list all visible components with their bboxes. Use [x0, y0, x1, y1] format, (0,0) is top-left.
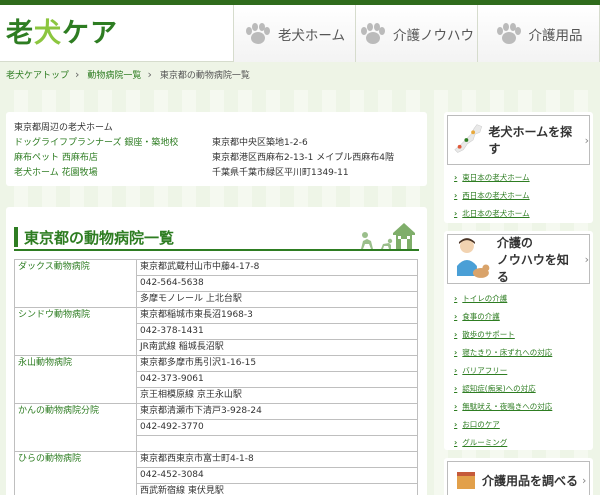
nearby-home-link[interactable]: 老犬ホーム 花園牧場	[14, 167, 212, 180]
page-title: 東京都の動物病院一覧	[24, 229, 175, 247]
chevron-right-icon: ›	[454, 437, 458, 447]
breadcrumb-link-hospitals[interactable]: 動物病院一覧	[87, 68, 141, 81]
chevron-right-icon: ›	[454, 383, 458, 393]
chevron-right-icon: ›	[454, 419, 458, 429]
care-knowhow-banner[interactable]: 介護の ノウハウを知る ›	[447, 234, 590, 284]
chevron-right-icon: ›	[454, 172, 458, 182]
find-homes-banner[interactable]: 老犬ホームを探す ›	[447, 115, 590, 165]
nearby-home-address: 東京都中央区築地1-2-6	[212, 138, 308, 148]
nearby-title: 東京都周辺の老犬ホーム	[14, 123, 113, 133]
hospital-address: 東京都西東京市富士町4-1-8	[136, 451, 418, 468]
hospital-name-link[interactable]: ダックス動物病院	[14, 259, 137, 308]
sidebar-knowhow-link[interactable]: › トイレの介護	[444, 289, 593, 307]
hospital-station: 多摩モノレール 上北台駅	[136, 291, 418, 308]
nav-label: 介護ノウハウ	[393, 27, 474, 44]
shopping-box-icon	[457, 472, 475, 489]
sidebar-link-east-japan[interactable]: › 東日本の老犬ホーム	[444, 168, 593, 186]
table-row: かんの動物病院分院 東京都清瀬市下清戸3-928-24	[14, 403, 418, 452]
nav-care-goods[interactable]: 介護用品	[477, 5, 600, 62]
hospital-name-link[interactable]: ひらの動物病院	[14, 451, 137, 495]
nearby-home-link[interactable]: 麻布ペット 西麻布店	[14, 152, 212, 165]
chevron-right-icon: ›	[454, 208, 458, 218]
hospital-name-link[interactable]: 永山動物病院	[14, 355, 137, 404]
breadcrumb-current: 東京都の動物病院一覧	[159, 71, 250, 81]
chevron-right-icon: ›	[454, 365, 458, 375]
hospital-address: 東京都多摩市馬引沢1-16-15	[136, 355, 418, 372]
sidebar-knowhow-link[interactable]: › グルーミング	[444, 433, 593, 451]
table-row: ひらの動物病院 東京都西東京市富士町4-1-8	[14, 451, 418, 495]
chevron-right-icon: ›	[584, 252, 589, 266]
chevron-right-icon: ›	[454, 311, 458, 321]
site-logo[interactable]: 老犬ケア	[6, 11, 118, 50]
find-homes-title: 老犬ホームを探す	[488, 125, 573, 156]
table-row: 永山動物病院 東京都多摩市馬引沢1-16-15	[14, 355, 418, 404]
nearby-home-link[interactable]: ドッグライフプランナーズ 銀座・築地校	[14, 137, 212, 150]
chevron-right-icon: ›	[454, 347, 458, 357]
breadcrumb: 老犬ケアトップ › 動物病院一覧 › 東京都の動物病院一覧	[6, 68, 250, 81]
sidebar-knowhow-link[interactable]: › 無駄吠え・夜鳴きへの対応	[444, 397, 593, 415]
sidebar-knowhow-link[interactable]: › 寝たきり・床ずれへの対応	[444, 343, 593, 361]
chevron-right-icon: ›	[75, 68, 80, 81]
hospital-address: 東京都稲城市東長沼1968-3	[136, 307, 418, 324]
chevron-right-icon: ›	[147, 68, 152, 81]
sidebar-link-west-japan[interactable]: › 西日本の老犬ホーム	[444, 186, 593, 204]
care-knowhow-title-line2: ノウハウを知る	[496, 252, 569, 284]
hospital-name-link[interactable]: かんの動物病院分院	[14, 403, 137, 452]
global-nav: 老犬ホーム 介護ノウハウ 介護用品	[233, 5, 600, 62]
chevron-right-icon: ›	[454, 293, 458, 303]
nearby-homes-box: 東京都周辺の老犬ホーム ドッグライフプランナーズ 銀座・築地校 東京都中央区築地…	[6, 112, 427, 186]
house-dog-icon	[361, 223, 415, 249]
table-row: シンドウ動物病院 東京都稲城市東長沼1968-3	[14, 307, 418, 356]
chevron-right-icon: ›	[582, 473, 587, 487]
japan-map-icon	[454, 124, 483, 153]
hospital-address: 東京都清瀬市下清戸3-928-24	[136, 403, 418, 420]
nearby-home-address: 千葉県千葉市緑区平川町1349-11	[212, 168, 349, 178]
hospital-phone: 042-373-9061	[136, 371, 418, 388]
care-goods-banner[interactable]: 介護用品を調べる ›	[447, 461, 590, 495]
sidebar-knowhow-link[interactable]: › 認知症(痴呆)への対応	[444, 379, 593, 397]
hospital-list-panel: 東京都の動物病院一覧 ダックス動物病院 東京都武蔵村山市中藤4-17-8 042-5…	[6, 207, 427, 495]
hospital-phone: 042-378-1431	[136, 323, 418, 340]
hospital-table: ダックス動物病院 東京都武蔵村山市中藤4-17-8 042-564-5638 多摩モノ…	[14, 259, 418, 495]
hospital-station	[136, 435, 418, 452]
chevron-right-icon: ›	[454, 401, 458, 411]
hospital-station: 京王相模原線 京王永山駅	[136, 387, 418, 404]
nearby-home-address: 東京都港区西麻布2-13-1 メイプル西麻布4階	[212, 153, 394, 163]
hospital-station: JR南武線 稲城長沼駅	[136, 339, 418, 356]
paw-icon	[496, 22, 521, 44]
paw-icon	[361, 22, 385, 44]
sidebar-care-knowhow: 介護の ノウハウを知る › › トイレの介護 › 食事の介護 › 散歩のサポート › 寝たきり…	[444, 231, 593, 450]
sidebar-knowhow-link[interactable]: › 食事の介護	[444, 307, 593, 325]
care-knowhow-title-line1: 介護の	[496, 235, 533, 250]
sidebar-find-homes: 老犬ホームを探す › › 東日本の老犬ホーム › 西日本の老犬ホーム › 北日本の老犬…	[444, 112, 593, 223]
sidebar-care-goods: 介護用品を調べる ›	[444, 458, 593, 495]
hospital-station: 西武新宿線 東伏見駅	[136, 483, 418, 495]
chevron-right-icon: ›	[454, 190, 458, 200]
hospital-name-link[interactable]: シンドウ動物病院	[14, 307, 137, 356]
care-goods-title: 介護用品を調べる	[482, 473, 579, 488]
chevron-right-icon: ›	[584, 133, 589, 147]
caregiver-dog-icon	[456, 238, 490, 278]
hospital-phone: 042-564-5638	[136, 275, 418, 292]
nav-dog-home[interactable]: 老犬ホーム	[233, 5, 355, 62]
paw-icon	[245, 22, 270, 44]
sidebar-knowhow-link[interactable]: › 散歩のサポート	[444, 325, 593, 343]
nav-label: 老犬ホーム	[277, 27, 346, 44]
hospital-phone: 042-452-3084	[136, 467, 418, 484]
nav-care-knowhow[interactable]: 介護ノウハウ	[355, 5, 477, 62]
sidebar-knowhow-link[interactable]: › バリアフリー	[444, 361, 593, 379]
chevron-right-icon: ›	[454, 329, 458, 339]
table-row: ダックス動物病院 東京都武蔵村山市中藤4-17-8	[14, 259, 418, 308]
hospital-address: 東京都武蔵村山市中藤4-17-8	[136, 259, 418, 276]
breadcrumb-link-top[interactable]: 老犬ケアトップ	[6, 68, 69, 81]
sidebar-link-north-japan[interactable]: › 北日本の老犬ホーム	[444, 204, 593, 222]
hospital-phone: 042-492-3770	[136, 419, 418, 436]
sidebar-knowhow-link[interactable]: › お口のケア	[444, 415, 593, 433]
heading-bar	[14, 227, 18, 247]
section-heading: 東京都の動物病院一覧	[14, 213, 419, 251]
nav-label: 介護用品	[528, 27, 583, 44]
